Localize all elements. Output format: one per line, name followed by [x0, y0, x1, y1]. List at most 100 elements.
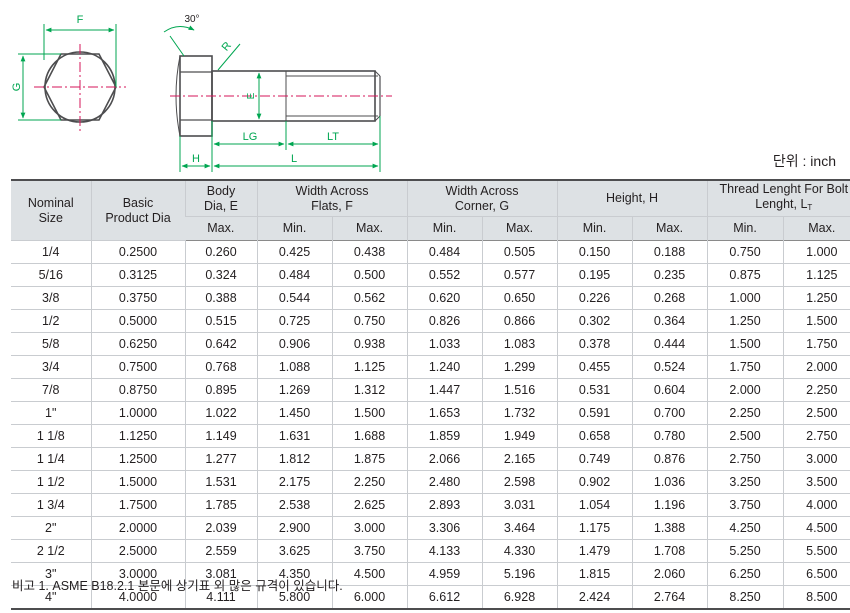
table-cell: 0.562: [331, 286, 407, 310]
table-cell: 0.725: [256, 309, 332, 333]
table-cell: 2.000: [782, 355, 850, 379]
table-cell: 1.299: [481, 355, 558, 379]
table-cell: 1.036: [631, 470, 708, 494]
table-cell: 2.039: [184, 516, 257, 540]
table-cell: 1.500: [706, 332, 784, 356]
table-body: 1/4 0.2500 0.260 0.425 0.438 0.484 0.505 0.150 0…: [11, 240, 850, 610]
table-cell: 5/16: [11, 263, 91, 287]
table-cell: 1.083: [481, 332, 558, 356]
table-cell: 1.250: [706, 309, 784, 333]
table-cell: 0.876: [631, 447, 708, 471]
table-cell: 5/8: [11, 332, 91, 356]
table-cell: 3.750: [331, 539, 407, 563]
table-cell: 1.447: [406, 378, 482, 402]
table-cell: 2.750: [782, 424, 850, 448]
table-cell: 4.500: [782, 516, 850, 540]
table-cell: 0.650: [481, 286, 558, 310]
table-cell: 0.768: [184, 355, 257, 379]
table-cell: 2.598: [481, 470, 558, 494]
table-cell: 0.938: [331, 332, 407, 356]
label-G: G: [11, 83, 23, 92]
table-row: 2" 2.0000 2.039 2.900 3.000 3.306 3.464 1.175 1.…: [11, 516, 850, 540]
table-cell: 3.306: [406, 516, 482, 540]
table-cell: 3.625: [256, 539, 332, 563]
table-cell: 0.700: [631, 401, 708, 425]
header-min: Min.: [256, 216, 332, 241]
table-row: 2 1/2 2.5000 2.559 3.625 3.750 4.133 4.330 1.47…: [11, 539, 850, 563]
table-cell: 1.500: [782, 309, 850, 333]
table-cell: 8.500: [782, 585, 850, 610]
table-cell: 2.175: [256, 470, 332, 494]
table-cell: 2.764: [631, 585, 708, 610]
table-cell: 1.149: [184, 424, 257, 448]
table-cell: 1.785: [184, 493, 257, 517]
header-max: Max.: [185, 216, 257, 241]
table-cell: 2.060: [631, 562, 708, 586]
table-cell: 3.250: [706, 470, 784, 494]
table-row: 3/4 0.7500 0.768 1.088 1.125 1.240 1.299 0.455 0…: [11, 355, 850, 379]
footnote: 비고 1. ASME B18.2.1 본문에 상기표 외 많은 규격이 있습니다…: [12, 579, 343, 593]
table-cell: 0.902: [556, 470, 633, 494]
table-cell: 0.3125: [90, 263, 185, 287]
bolt-spec-table: Nominal Size Basic Product Dia Body Dia,…: [11, 179, 850, 610]
table-cell: 1/4: [11, 240, 91, 264]
table-cell: 0.5000: [90, 309, 185, 333]
table-cell: 1.531: [184, 470, 257, 494]
label-E: E: [246, 92, 257, 99]
table-cell: 1.125: [331, 355, 407, 379]
table-cell: 6.500: [782, 562, 850, 586]
table-cell: 2.500: [782, 401, 850, 425]
table-cell: 0.6250: [90, 332, 185, 356]
header-max: Max.: [631, 216, 708, 241]
table-cell: 0.515: [184, 309, 257, 333]
table-cell: 0.388: [184, 286, 257, 310]
table-cell: 1.653: [406, 401, 482, 425]
table-cell: 1.312: [331, 378, 407, 402]
table-cell: 2 1/2: [11, 539, 91, 563]
table-cell: 0.906: [256, 332, 332, 356]
table-cell: 7/8: [11, 378, 91, 402]
table-cell: 0.8750: [90, 378, 185, 402]
table-cell: 1.277: [184, 447, 257, 471]
table-cell: 2.066: [406, 447, 482, 471]
hex-head-view: [18, 24, 126, 134]
table-cell: 1.250: [782, 286, 850, 310]
table-cell: 1.708: [631, 539, 708, 563]
table-cell: 8.250: [706, 585, 784, 610]
table-cell: 1.0000: [90, 401, 185, 425]
table-cell: 2.0000: [90, 516, 185, 540]
table-cell: 2": [11, 516, 91, 540]
table-cell: 2.559: [184, 539, 257, 563]
table-cell: 4.959: [406, 562, 482, 586]
table-cell: 0.505: [481, 240, 558, 264]
table-cell: 0.268: [631, 286, 708, 310]
table-cell: 1.000: [706, 286, 784, 310]
table-cell: 0.484: [406, 240, 482, 264]
table-cell: 0.425: [256, 240, 332, 264]
table-cell: 0.7500: [90, 355, 185, 379]
table-cell: 0.2500: [90, 240, 185, 264]
table-cell: 1.479: [556, 539, 633, 563]
table-cell: 5.500: [782, 539, 850, 563]
table-cell: 1.088: [256, 355, 332, 379]
table-row: 7/8 0.8750 0.895 1.269 1.312 1.447 1.516 0.531 0…: [11, 378, 850, 402]
table-cell: 0.226: [556, 286, 633, 310]
table-cell: 2.500: [706, 424, 784, 448]
table-row: 1 1/4 1.2500 1.277 1.812 1.875 2.066 2.165 0.74…: [11, 447, 850, 471]
table-cell: 1": [11, 401, 91, 425]
table-cell: 1.000: [782, 240, 850, 264]
table-cell: 0.591: [556, 401, 633, 425]
table-cell: 0.438: [331, 240, 407, 264]
table-cell: 0.780: [631, 424, 708, 448]
table-cell: 1.2500: [90, 447, 185, 471]
header-min: Min.: [556, 216, 633, 241]
table-cell: 3/8: [11, 286, 91, 310]
header-max: Max.: [331, 216, 407, 241]
unit-label: 단위 : inch: [772, 153, 836, 169]
table-row: 5/8 0.6250 0.642 0.906 0.938 1.033 1.083 0.378 0…: [11, 332, 850, 356]
label-LG: LG: [243, 131, 258, 143]
table-cell: 1.631: [256, 424, 332, 448]
label-H: H: [192, 153, 200, 165]
table-cell: 0.500: [331, 263, 407, 287]
header-nominal-size: Nominal Size: [11, 180, 91, 241]
